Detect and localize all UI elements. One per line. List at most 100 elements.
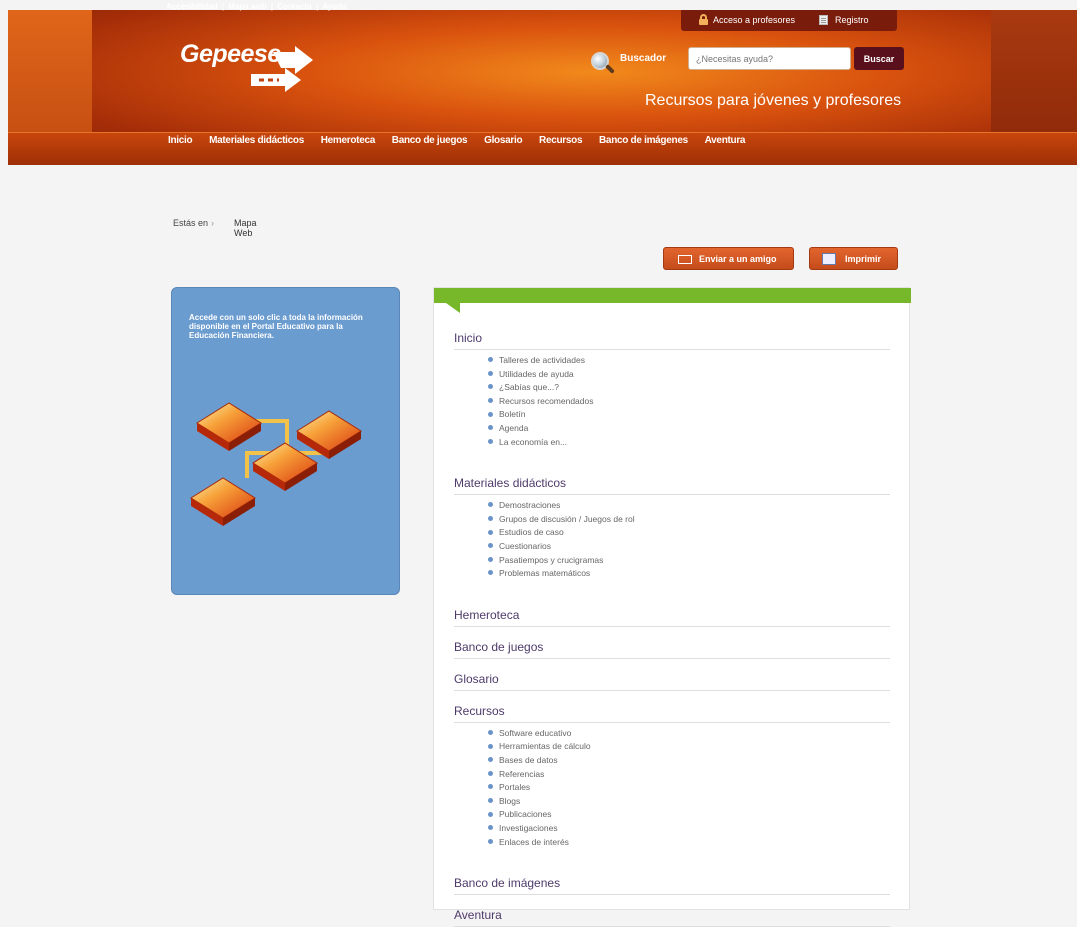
- bullet-icon: [488, 384, 493, 390]
- sitemap-item[interactable]: Pasatiempos y crucigramas: [488, 555, 603, 565]
- sitemap-item[interactable]: Demostraciones: [488, 500, 560, 510]
- breadcrumb-arrow-icon: ›: [211, 218, 215, 228]
- nav-hemeroteca[interactable]: Hemeroteca: [321, 135, 376, 146]
- sitemap-section-title[interactable]: Banco de imágenes: [454, 876, 890, 896]
- sitemap-item-label: Talleres de actividades: [499, 355, 585, 365]
- nav-banco-juegos[interactable]: Banco de juegos: [392, 135, 468, 146]
- link-ayuda[interactable]: Ayuda: [322, 2, 346, 11]
- sitemap-item[interactable]: Herramientas de cálculo: [488, 741, 591, 751]
- promo-text: Accede con un solo clic a toda la inform…: [189, 313, 363, 340]
- sitemap-item-label: Problemas matemáticos: [499, 568, 591, 579]
- bullet-icon: [488, 529, 493, 535]
- sitemap-illustration-icon: [190, 402, 362, 526]
- top-links: Accesibilidad | Mapa web | Contacto | Ay…: [166, 2, 347, 11]
- sitemap-item[interactable]: Talleres de actividades: [488, 355, 585, 365]
- sitemap-section-title[interactable]: Banco de juegos: [454, 640, 890, 659]
- sitemap-item[interactable]: Problemas matemáticos: [488, 568, 590, 578]
- sitemap-item-label: Pasatiempos y crucigramas: [499, 554, 604, 565]
- sitemap-item-label: Recursos recomendados: [499, 395, 594, 406]
- sitemap-item[interactable]: ¿Sabías que...?: [488, 382, 559, 392]
- sitemap-item-label: Enlaces de interés: [499, 836, 569, 847]
- search-button[interactable]: Buscar: [854, 47, 904, 70]
- breadcrumb-label: Estás en: [173, 218, 209, 228]
- sitemap-section-title[interactable]: Materiales didácticos: [454, 476, 890, 496]
- top-link-separator: |: [316, 2, 319, 11]
- sitemap-item-label: Investigaciones: [499, 823, 558, 833]
- bullet-icon: [488, 570, 493, 576]
- nav-aventura[interactable]: Aventura: [705, 135, 746, 146]
- bullet-icon: [488, 784, 493, 790]
- search-magnifier-icon: [588, 50, 616, 78]
- sitemap-section-title[interactable]: Inicio: [454, 331, 890, 350]
- sitemap-item-label: Utilidades de ayuda: [499, 368, 574, 379]
- bullet-icon: [488, 757, 493, 763]
- envelope-icon: [678, 255, 692, 264]
- print-label: Imprimir: [845, 254, 882, 264]
- sitemap-section-title[interactable]: Recursos: [454, 704, 890, 723]
- bullet-icon: [488, 516, 493, 522]
- bullet-icon: [488, 438, 493, 444]
- top-link-separator: |: [270, 2, 274, 11]
- bullet-icon: [488, 730, 493, 736]
- link-contacto[interactable]: Contacto: [277, 2, 312, 11]
- sitemap-item-label: La economía en...: [499, 436, 568, 447]
- register-icon: [819, 15, 828, 25]
- sitemap-item[interactable]: Agenda: [488, 423, 528, 433]
- sitemap-item[interactable]: La economía en...: [488, 437, 567, 447]
- access-professors-link[interactable]: Acceso a profesores: [713, 15, 795, 25]
- print-button[interactable]: Imprimir: [809, 247, 898, 270]
- search-input[interactable]: [688, 47, 851, 70]
- nav-banco-imagenes[interactable]: Banco de imágenes: [599, 135, 688, 146]
- sitemap-item[interactable]: Boletín: [488, 409, 525, 419]
- sitemap-section-title[interactable]: Glosario: [454, 672, 890, 691]
- sitemap-item-label: Herramientas de cálculo: [499, 741, 591, 752]
- link-accesibilidad[interactable]: Accesibilidad: [166, 2, 218, 11]
- sitemap-item[interactable]: Investigaciones: [488, 823, 558, 833]
- main-nav: Inicio Materiales didácticos Hemeroteca …: [168, 135, 759, 146]
- sitemap-item[interactable]: Grupos de discusión / Juegos de rol: [488, 514, 635, 524]
- bullet-icon: [488, 838, 493, 844]
- sitemap-item[interactable]: Enlaces de interés: [488, 837, 569, 847]
- link-mapa-web[interactable]: Mapa web: [228, 2, 266, 11]
- nav-glosario[interactable]: Glosario: [484, 135, 522, 146]
- sitemap-section-title[interactable]: Aventura: [454, 908, 890, 927]
- sitemap-item-label: Estudios de caso: [499, 527, 564, 538]
- sitemap-item[interactable]: Portales: [488, 782, 530, 792]
- sitemap-item[interactable]: Estudios de caso: [488, 527, 564, 537]
- sitemap-item[interactable]: Publicaciones: [488, 809, 551, 819]
- nav-inicio[interactable]: Inicio: [168, 135, 193, 146]
- bullet-icon: [488, 398, 493, 404]
- sitemap-section-title[interactable]: Hemeroteca: [454, 608, 890, 627]
- bullet-icon: [488, 798, 493, 804]
- sitemap-item[interactable]: Bases de datos: [488, 755, 558, 765]
- sitemap-panel: Inicio Talleres de actividades Utilidades …: [433, 287, 911, 927]
- sitemap-item-label: Blogs: [499, 795, 521, 806]
- nav-recursos[interactable]: Recursos: [539, 135, 582, 146]
- sitemap-item-label: Grupos de discusión / Juegos de rol: [499, 513, 635, 524]
- breadcrumb: Estás en ›: [173, 218, 217, 228]
- sitemap-item-label: Referencias: [499, 768, 545, 779]
- sitemap-item[interactable]: Referencias: [488, 769, 544, 779]
- sitemap-item[interactable]: Recursos recomendados: [488, 396, 594, 406]
- top-link-separator: |: [221, 2, 225, 11]
- sitemap-promo-panel: Accede con un solo clic a toda la inform…: [171, 287, 400, 595]
- sitemap-item[interactable]: Software educativo: [488, 728, 571, 738]
- sitemap-item-label: Agenda: [499, 423, 529, 433]
- sitemap-item-label: ¿Sabías que...?: [499, 382, 560, 393]
- sitemap-item[interactable]: Cuestionarios: [488, 541, 551, 551]
- professor-bar: Acceso a profesores Registro: [681, 10, 897, 31]
- send-to-friend-label: Enviar a un amigo: [699, 254, 777, 264]
- sitemap-item[interactable]: Utilidades de ayuda: [488, 369, 574, 379]
- sitemap-item[interactable]: Blogs: [488, 796, 520, 806]
- register-link[interactable]: Registro: [835, 15, 869, 25]
- send-to-friend-button[interactable]: Enviar a un amigo: [663, 247, 794, 270]
- sitemap-item-label: Software educativo: [499, 727, 572, 738]
- sitemap-item-label: Demostraciones: [499, 500, 561, 511]
- bullet-icon: [488, 502, 493, 508]
- nav-materiales[interactable]: Materiales didácticos: [209, 135, 304, 146]
- search-label: Buscador: [620, 53, 667, 64]
- bullet-icon: [488, 556, 493, 562]
- bullet-icon: [488, 825, 493, 831]
- tagline: Recursos para jóvenes y profesores: [645, 92, 902, 109]
- breadcrumb-current: Mapa Web: [234, 218, 257, 238]
